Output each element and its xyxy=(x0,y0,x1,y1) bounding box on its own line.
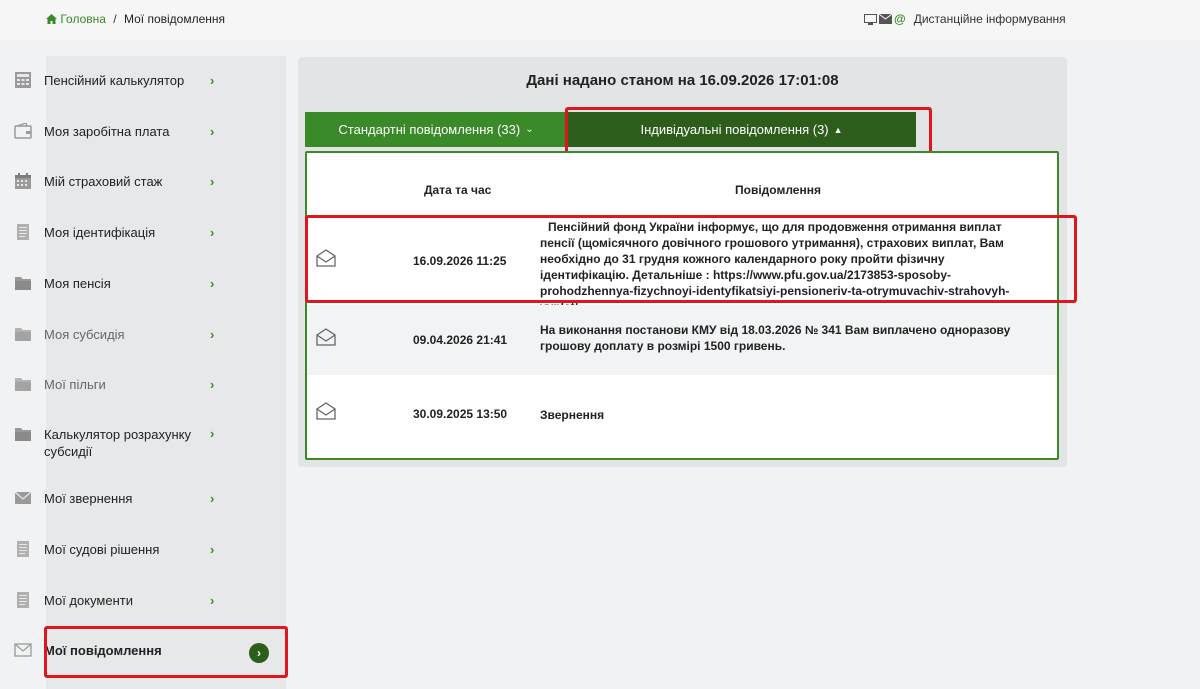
row-message: На виконання постанови КМУ від 18.03.202… xyxy=(540,323,1011,353)
sidebar-item-label: Моя пенсія xyxy=(44,275,111,291)
folder-icon xyxy=(15,277,31,290)
chevron-right-icon: › xyxy=(210,541,215,557)
chevron-right-icon: › xyxy=(210,275,215,291)
calendar-icon xyxy=(15,173,31,189)
home-icon xyxy=(46,14,57,24)
envelope-open-icon xyxy=(316,328,336,346)
sidebar-item-benefits[interactable]: Мої пільги › xyxy=(0,374,240,394)
chevron-right-icon: › xyxy=(210,592,215,608)
mail-icon xyxy=(879,14,892,24)
monitor-icon xyxy=(864,13,877,25)
chevron-down-icon: ⌄ xyxy=(525,124,534,135)
sidebar-item-label: Моя заробітна плата xyxy=(44,123,170,139)
tab-standard-notifications[interactable]: Стандартні повідомлення (33) ⌄ xyxy=(305,112,567,147)
envelope-icon xyxy=(14,643,32,657)
sidebar-item-insurance-period[interactable]: Мій страховий стаж › xyxy=(0,171,240,191)
folder-icon xyxy=(15,378,31,391)
chevron-right-icon: › xyxy=(210,326,215,342)
document-icon xyxy=(17,541,29,557)
envelope-icon xyxy=(14,491,32,504)
sidebar-item-label: Мої судові рішення xyxy=(44,541,160,557)
sidebar-item-label: Мій страховий стаж xyxy=(44,173,163,189)
sidebar-item-label: Моя ідентифікація xyxy=(44,224,156,240)
sidebar-item-subsidy[interactable]: Моя субсидія › xyxy=(0,324,240,344)
tab-label: Стандартні повідомлення (33) xyxy=(338,122,521,137)
envelope-open-icon xyxy=(316,402,336,420)
chevron-right-icon: › xyxy=(210,173,215,189)
sidebar-item-documents[interactable]: Мої документи › xyxy=(0,590,240,610)
at-icon: @ xyxy=(894,12,906,26)
chevron-right-icon: › xyxy=(210,224,215,240)
chevron-right-icon: › xyxy=(210,376,215,392)
row-highlight xyxy=(305,215,1077,303)
column-header-datetime: Дата та час xyxy=(424,183,492,197)
tab-highlight xyxy=(565,107,932,156)
sidebar-item-label: Калькулятор розрахунку субсидії xyxy=(44,427,191,459)
chevron-right-icon: › xyxy=(210,123,215,139)
data-as-of-title: Дані надано станом на 16.09.2026 17:01:0… xyxy=(526,72,839,89)
breadcrumb: Головна / Мої повідомлення xyxy=(46,12,225,26)
sidebar-item-identification[interactable]: Моя ідентифікація › xyxy=(0,222,240,242)
sidebar-item-salary[interactable]: Моя заробітна плата › xyxy=(0,121,240,141)
remote-info-link[interactable]: @ Дистанційне інформування xyxy=(864,12,1066,26)
sidebar-item-label: Мої пільги xyxy=(44,376,106,392)
chevron-right-icon: › xyxy=(210,426,215,441)
remote-info-label: Дистанційне інформування xyxy=(913,12,1066,26)
folder-icon xyxy=(15,328,31,341)
folder-icon xyxy=(15,428,31,441)
sidebar-item-label: Моя субсидія xyxy=(44,326,125,342)
sidebar-item-appeals[interactable]: Мої звернення › xyxy=(0,488,240,508)
sidebar-item-subsidy-calculator[interactable]: Калькулятор розрахунку субсидії › xyxy=(0,425,240,461)
chevron-right-circle-icon[interactable]: › xyxy=(249,643,269,663)
sidebar-item-label: Мої документи xyxy=(44,592,133,608)
row-datetime: 09.04.2026 21:41 xyxy=(413,333,508,347)
document-icon xyxy=(17,592,29,608)
sidebar-item-label: Мої звернення xyxy=(44,490,133,506)
row-datetime: 30.09.2025 13:50 xyxy=(413,407,508,421)
chevron-right-icon: › xyxy=(210,490,215,506)
document-icon xyxy=(17,224,29,240)
chevron-right-icon: › xyxy=(210,72,215,88)
wallet-icon xyxy=(14,123,32,139)
sidebar-item-pension-calculator[interactable]: Пенсійний калькулятор › xyxy=(0,70,240,90)
calculator-icon xyxy=(15,72,31,88)
sidebar-item-label: Пенсійний калькулятор xyxy=(44,72,185,88)
sidebar-item-pension[interactable]: Моя пенсія › xyxy=(0,273,240,293)
breadcrumb-separator: / xyxy=(113,12,117,26)
column-header-message: Повідомлення xyxy=(735,183,821,197)
breadcrumb-home-link[interactable]: Головна xyxy=(46,12,109,26)
breadcrumb-home-label: Головна xyxy=(60,12,106,26)
sidebar-item-court-decisions[interactable]: Мої судові рішення › xyxy=(0,539,240,559)
breadcrumb-current: Мої повідомлення xyxy=(123,12,226,26)
row-message: Звернення xyxy=(540,408,605,422)
